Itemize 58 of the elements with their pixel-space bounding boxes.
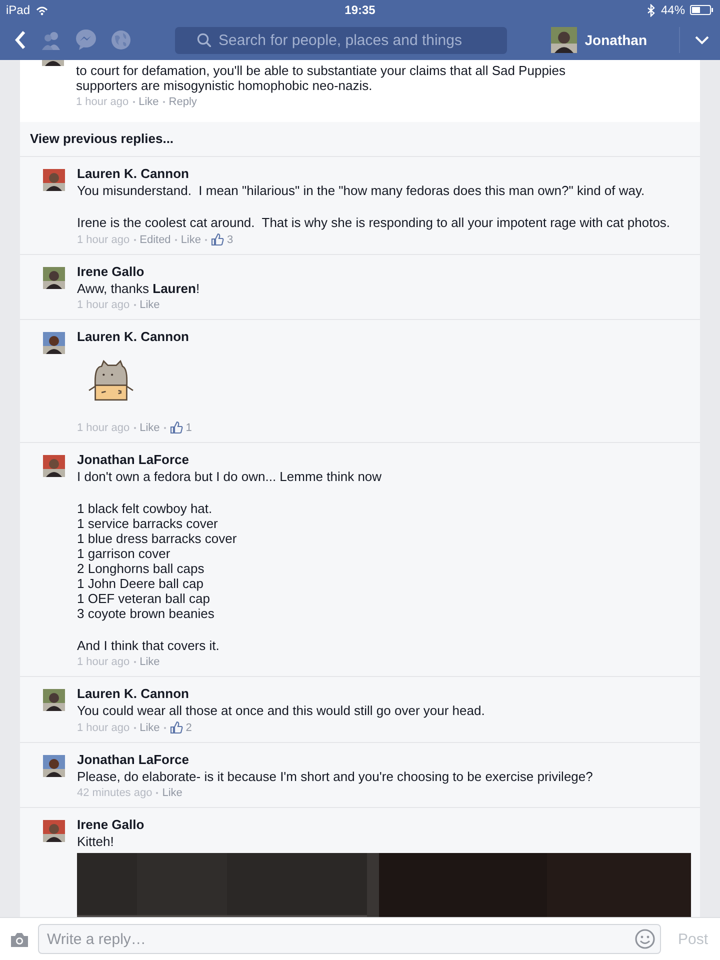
emoji-icon[interactable] — [634, 929, 655, 949]
author-name[interactable]: Lauren K. Cannon — [77, 329, 189, 344]
comment-text: And I think that covers it. — [77, 638, 220, 653]
comment-text: Aww, thanks Lauren! — [77, 281, 200, 296]
timestamp: 1 hour ago — [76, 96, 129, 108]
author-name[interactable]: Lauren K. Cannon — [77, 166, 189, 181]
thumbs-up-icon — [211, 233, 224, 246]
search-field[interactable]: Search for people, places and things — [175, 26, 507, 54]
globe-icon[interactable] — [111, 30, 131, 50]
like-count: 2 — [186, 722, 192, 734]
camera-icon[interactable] — [10, 930, 29, 948]
comment-text: Irene is the coolest cat around. That is why she is responding to all your impotent rage with cat photos. — [77, 215, 670, 230]
timestamp: 1 hour ago — [77, 722, 130, 734]
timestamp: 1 hour ago — [77, 299, 130, 311]
comment-text: You misunderstand. I mean "hilarious" in the "how many fedoras does this man own?" kind of way. — [77, 183, 645, 198]
action-link[interactable]: Like — [180, 234, 201, 246]
author-name[interactable]: Lauren K. Cannon — [77, 686, 189, 701]
device-name: iPad — [6, 3, 30, 17]
battery-percent: 44% — [660, 3, 686, 17]
author-name[interactable]: Irene Gallo — [77, 264, 144, 279]
action-link[interactable]: Edited — [140, 234, 171, 246]
action-link[interactable]: Like — [140, 656, 160, 668]
like-count: 3 — [227, 234, 234, 246]
wifi-icon — [35, 4, 50, 16]
timestamp: 1 hour ago — [77, 656, 130, 668]
reply-field[interactable]: Write a reply… — [38, 924, 661, 954]
action-link[interactable]: Like — [140, 422, 160, 434]
comment-text: I don't own a fedora but I do own... Lemme think now — [77, 469, 382, 484]
friends-icon[interactable] — [41, 30, 61, 50]
like-count: 1 — [186, 422, 192, 434]
messenger-icon[interactable] — [75, 29, 97, 51]
timestamp: 1 hour ago — [77, 234, 130, 246]
comment-text: 1 black felt cowboy hat. 1 service barracks cover 1 blue dress barracks cover 1 garrison cover 2 Longhorns ball caps 1 John Deere ball cap 1 OEF veteran ball cap 3 coyote brown beanies — [77, 501, 237, 621]
search-icon — [196, 33, 210, 47]
action-link[interactable]: Like — [138, 96, 159, 108]
thumbs-up-icon — [170, 421, 183, 434]
author-name[interactable]: Irene Gallo — [77, 817, 144, 832]
author-name[interactable]: Jonathan LaForce — [77, 452, 189, 467]
action-link[interactable]: Like — [140, 722, 160, 734]
comment-text: to court for defamation, you'll be able to substantiate your claims that all Sad Puppies supporters are misogynistic homophobic neo-nazis. — [76, 63, 566, 93]
profile-name[interactable]: Jonathan — [584, 32, 647, 48]
battery-icon — [690, 5, 714, 15]
author-name[interactable]: Jonathan LaForce — [77, 752, 189, 767]
chevron-down-icon[interactable] — [694, 35, 710, 45]
comment-text: Please, do elaborate- is it because I'm short and you're choosing to be exercise privilege? — [77, 769, 593, 784]
comment-text: Kitteh! — [77, 834, 114, 849]
clock: 19:35 — [344, 3, 376, 17]
timestamp: 42 minutes ago — [77, 787, 152, 799]
timestamp: 1 hour ago — [77, 422, 130, 434]
back-icon[interactable] — [14, 30, 27, 50]
post-button[interactable]: Post — [670, 930, 710, 948]
bluetooth-icon — [646, 4, 656, 16]
action-link[interactable]: Like — [140, 299, 160, 311]
view-previous-link[interactable]: View previous replies... — [20, 122, 700, 157]
action-link[interactable]: Like — [162, 787, 182, 799]
action-link[interactable]: Reply — [168, 96, 197, 108]
comment-text: You could wear all those at once and this would still go over your head. — [77, 703, 485, 718]
thumbs-up-icon — [170, 721, 183, 734]
